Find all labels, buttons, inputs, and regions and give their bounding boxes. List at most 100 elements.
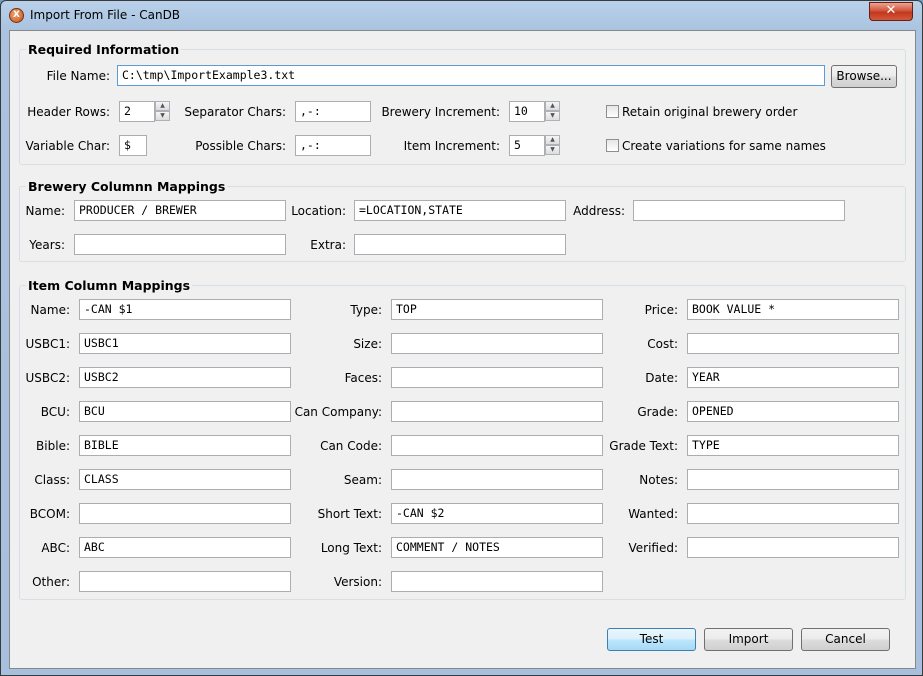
variable-char-input[interactable]: $ [119, 135, 147, 156]
long-text-input[interactable]: COMMENT / NOTES [391, 537, 603, 558]
browse-button[interactable]: Browse... [831, 65, 897, 88]
title-bar[interactable]: X Import From File - CanDB ✕ [1, 1, 922, 29]
brewery-increment-input[interactable]: 10 [509, 101, 545, 122]
type-label: Type: [350, 303, 382, 317]
cancel-button[interactable]: Cancel [801, 628, 890, 651]
retain-order-checkbox[interactable] [606, 105, 619, 118]
bcu-label: BCU: [40, 405, 70, 419]
brewery-extra-label: Extra: [310, 238, 346, 252]
usbc1-label: USBC1: [25, 337, 70, 351]
bcom-input[interactable] [79, 503, 291, 524]
class-input[interactable]: CLASS [79, 469, 291, 490]
brewery-location-input[interactable]: =LOCATION,STATE [354, 200, 566, 221]
separator-chars-input[interactable]: ,-: [295, 101, 371, 122]
brewery-increment-up-arrow-icon[interactable]: ▲ [545, 101, 560, 111]
header-rows-spinner: ▲ ▼ [155, 101, 171, 122]
short-text-label: Short Text: [317, 507, 382, 521]
import-dialog-window: X Import From File - CanDB ✕ Required In… [0, 0, 923, 676]
usbc2-input[interactable]: USBC2 [79, 367, 291, 388]
seam-label: Seam: [343, 473, 382, 487]
wanted-input[interactable] [687, 503, 899, 524]
item-increment-input[interactable]: 5 [509, 135, 545, 156]
brewery-increment-label: Brewery Increment: [381, 105, 500, 119]
bcom-label: BCOM: [29, 507, 70, 521]
brewery-address-label: Address: [573, 204, 625, 218]
item-mappings-title: Item Column Mappings [26, 278, 193, 293]
header-rows-input[interactable]: 2 [119, 101, 155, 122]
grade-text-label: Grade Text: [609, 439, 678, 453]
brewery-name-label: Name: [25, 204, 65, 218]
required-information-title: Required Information [26, 42, 182, 57]
abc-label: ABC: [41, 541, 70, 555]
bible-label: Bible: [36, 439, 70, 453]
date-input[interactable]: YEAR [687, 367, 899, 388]
can-code-label: Can Code: [320, 439, 382, 453]
other-label: Other: [32, 575, 70, 589]
item-increment-spinner: ▲ ▼ [545, 135, 561, 156]
long-text-label: Long Text: [320, 541, 382, 555]
brewery-increment-down-arrow-icon[interactable]: ▼ [545, 111, 560, 121]
grade-text-input[interactable]: TYPE [687, 435, 899, 456]
grade-label: Grade: [637, 405, 678, 419]
can-code-input[interactable] [391, 435, 603, 456]
separator-chars-label: Separator Chars: [184, 105, 286, 119]
header-rows-down-arrow-icon[interactable]: ▼ [155, 111, 170, 121]
can-company-input[interactable] [391, 401, 603, 422]
import-button[interactable]: Import [704, 628, 793, 651]
usbc2-label: USBC2: [25, 371, 70, 385]
seam-input[interactable] [391, 469, 603, 490]
brewery-location-label: Location: [291, 204, 346, 218]
variable-char-label: Variable Char: [25, 139, 110, 153]
version-input[interactable] [391, 571, 603, 592]
file-name-input[interactable]: C:\tmp\ImportExample3.txt [117, 65, 825, 86]
brewery-mappings-title: Brewery Columnn Mappings [26, 179, 228, 194]
create-variations-checkbox[interactable] [606, 139, 619, 152]
possible-chars-label: Possible Chars: [195, 139, 286, 153]
cost-label: Cost: [647, 337, 678, 351]
cost-input[interactable] [687, 333, 899, 354]
short-text-input[interactable]: -CAN $2 [391, 503, 603, 524]
header-rows-up-arrow-icon[interactable]: ▲ [155, 101, 170, 111]
brewery-name-input[interactable]: PRODUCER / BREWER [74, 200, 286, 221]
faces-input[interactable] [391, 367, 603, 388]
bcu-input[interactable]: BCU [79, 401, 291, 422]
app-icon: X [9, 8, 24, 23]
item-increment-label: Item Increment: [403, 139, 500, 153]
close-button[interactable]: ✕ [869, 2, 913, 21]
brewery-increment-spinner: ▲ ▼ [545, 101, 561, 122]
item-name-input[interactable]: -CAN $1 [79, 299, 291, 320]
retain-order-label: Retain original brewery order [622, 105, 798, 119]
notes-input[interactable] [687, 469, 899, 490]
brewery-address-input[interactable] [633, 200, 845, 221]
price-input[interactable]: BOOK VALUE * [687, 299, 899, 320]
other-input[interactable] [79, 571, 291, 592]
item-increment-up-arrow-icon[interactable]: ▲ [545, 135, 560, 145]
brewery-extra-input[interactable] [354, 234, 566, 255]
can-company-label: Can Company: [294, 405, 382, 419]
usbc1-input[interactable]: USBC1 [79, 333, 291, 354]
type-input[interactable]: TOP [391, 299, 603, 320]
bible-input[interactable]: BIBLE [79, 435, 291, 456]
header-rows-label: Header Rows: [27, 105, 110, 119]
grade-input[interactable]: OPENED [687, 401, 899, 422]
verified-input[interactable] [687, 537, 899, 558]
abc-input[interactable]: ABC [79, 537, 291, 558]
size-input[interactable] [391, 333, 603, 354]
wanted-label: Wanted: [628, 507, 678, 521]
item-name-label: Name: [30, 303, 70, 317]
version-label: Version: [333, 575, 382, 589]
possible-chars-input[interactable]: ,-: [295, 135, 371, 156]
dialog-body: Required Information File Name: C:\tmp\I… [9, 30, 916, 669]
date-label: Date: [645, 371, 678, 385]
test-button[interactable]: Test [607, 628, 696, 651]
verified-label: Verified: [628, 541, 678, 555]
window-title: Import From File - CanDB [30, 8, 181, 22]
create-variations-label: Create variations for same names [622, 139, 826, 153]
price-label: Price: [644, 303, 678, 317]
notes-label: Notes: [639, 473, 678, 487]
brewery-years-input[interactable] [74, 234, 286, 255]
brewery-years-label: Years: [29, 238, 65, 252]
size-label: Size: [353, 337, 382, 351]
item-increment-down-arrow-icon[interactable]: ▼ [545, 145, 560, 155]
faces-label: Faces: [344, 371, 382, 385]
